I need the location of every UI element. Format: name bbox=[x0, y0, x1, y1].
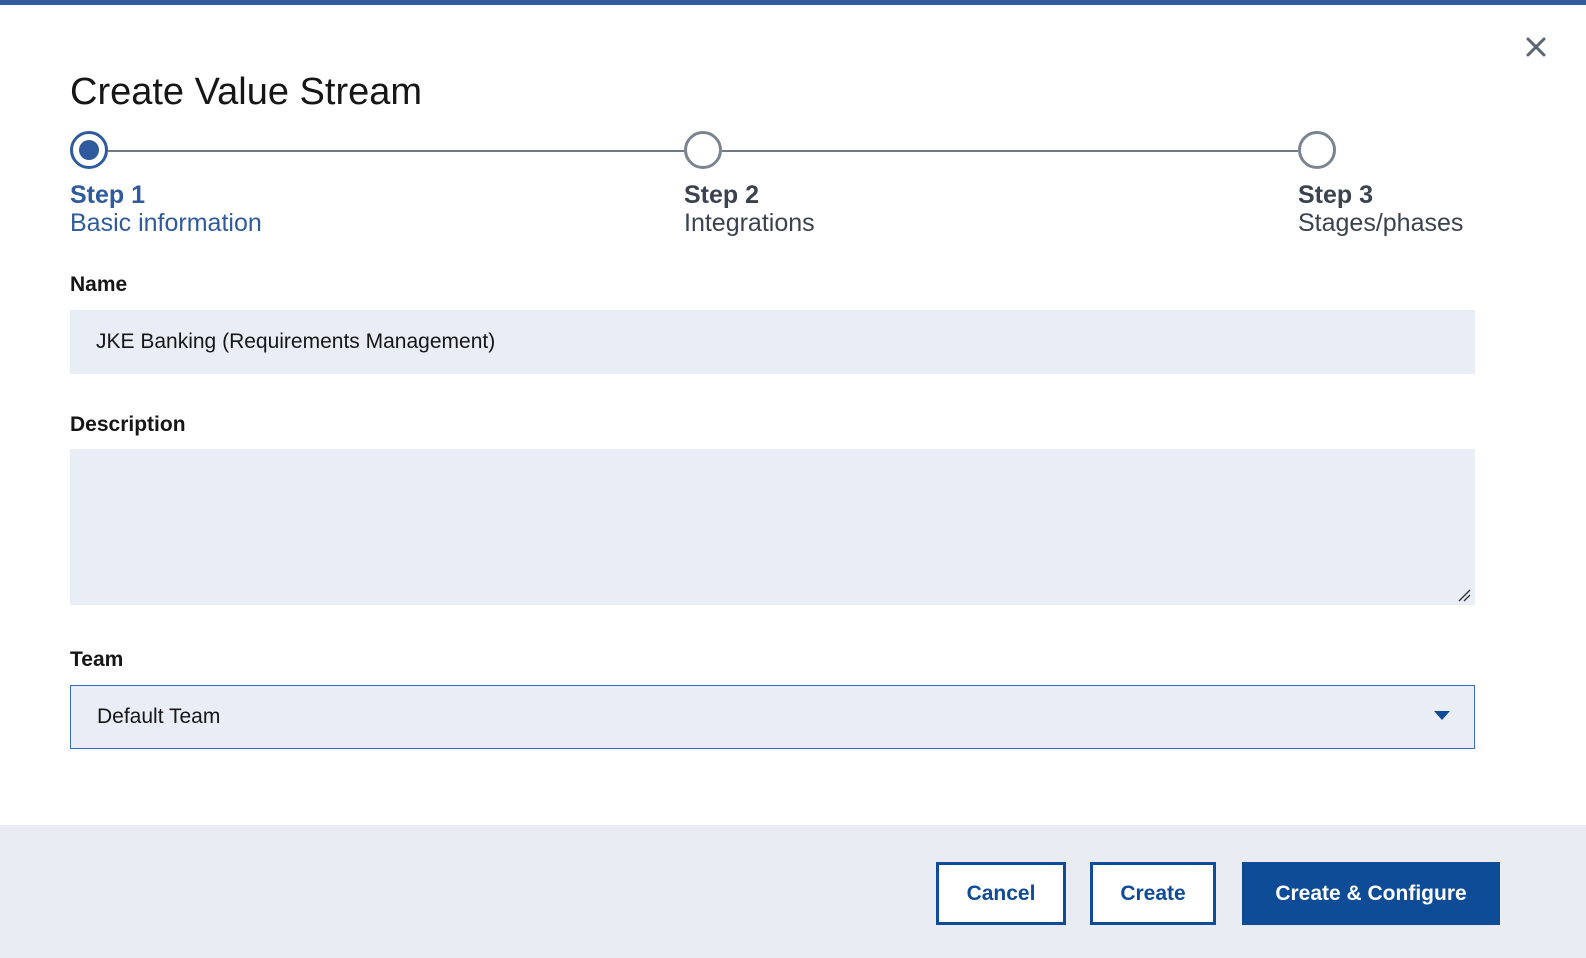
step-current-indicator-icon bbox=[70, 131, 108, 169]
create-button[interactable]: Create bbox=[1090, 862, 1216, 925]
step-basic-information[interactable]: Step 1 Basic information bbox=[70, 131, 262, 237]
resize-handle-icon[interactable] bbox=[1457, 588, 1471, 602]
step-integrations[interactable]: Step 2 Integrations bbox=[684, 131, 815, 237]
name-input[interactable] bbox=[70, 310, 1475, 374]
progress-stepper: Step 1 Basic information Step 2 Integrat… bbox=[70, 131, 1490, 241]
cancel-button[interactable]: Cancel bbox=[936, 862, 1066, 925]
step-label: Integrations bbox=[684, 209, 815, 237]
dialog-footer: Cancel Create Create & Configure bbox=[0, 825, 1586, 958]
description-label: Description bbox=[70, 413, 186, 436]
step-number: Step 1 bbox=[70, 181, 146, 209]
step-label: Stages/phases bbox=[1298, 209, 1464, 237]
description-textarea[interactable] bbox=[70, 449, 1475, 605]
step-number: Step 2 bbox=[684, 181, 760, 209]
step-number: Step 3 bbox=[1298, 181, 1374, 209]
step-incomplete-indicator-icon bbox=[684, 131, 722, 169]
dialog-title: Create Value Stream bbox=[70, 71, 423, 113]
step-stages-phases[interactable]: Step 3 Stages/phases bbox=[1298, 131, 1463, 237]
close-icon bbox=[1526, 37, 1546, 57]
team-select[interactable]: Default Team bbox=[70, 685, 1475, 749]
step-incomplete-indicator-icon bbox=[1298, 131, 1336, 169]
step-label: Basic information bbox=[70, 209, 262, 237]
close-button[interactable] bbox=[1524, 35, 1548, 59]
create-and-configure-button[interactable]: Create & Configure bbox=[1242, 862, 1500, 925]
chevron-down-icon bbox=[1434, 711, 1450, 720]
name-label: Name bbox=[70, 273, 128, 296]
team-label: Team bbox=[70, 648, 124, 671]
team-selected-value: Default Team bbox=[97, 705, 221, 728]
create-value-stream-dialog: Create Value Stream Step 1 Basic informa… bbox=[0, 0, 1586, 958]
